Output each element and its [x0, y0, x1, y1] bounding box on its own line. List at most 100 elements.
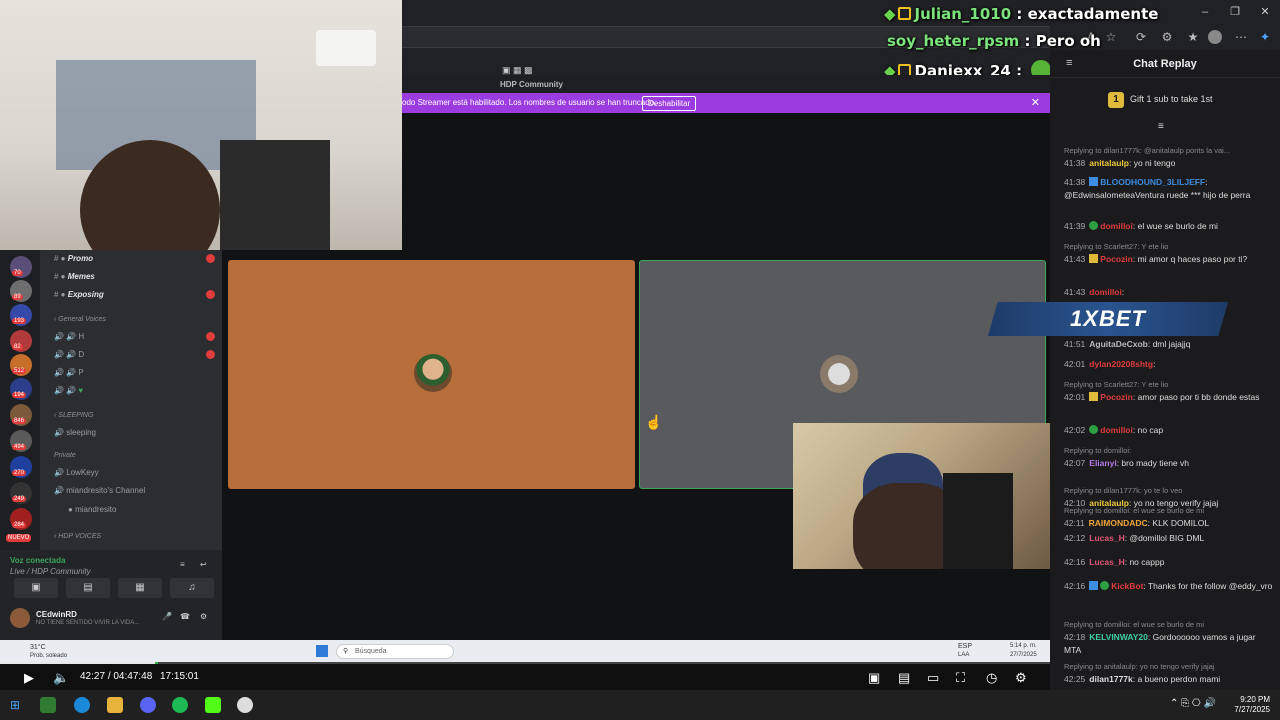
message-user[interactable]: anitalaulp [1089, 158, 1129, 168]
message-user[interactable]: dilan1777k [1089, 674, 1132, 684]
message-user[interactable]: AguitaDeCxob [1089, 339, 1148, 349]
discord-icon[interactable] [140, 697, 156, 713]
channel-promo[interactable]: # ● Promo [54, 254, 93, 263]
voice-channel[interactable]: 🔊 🔊 ♥ [54, 386, 83, 395]
clip-icon[interactable]: ▤ [898, 670, 910, 686]
voice-channel[interactable]: 🔊 🔊 D [54, 350, 84, 359]
server-icon[interactable]: 494 [10, 430, 32, 452]
message-user[interactable]: dylan20208shtg [1089, 359, 1153, 369]
message-user[interactable]: RAIMONDADC [1089, 518, 1148, 528]
voice-channel[interactable]: 🔊 🔊 P [54, 368, 84, 377]
category-general-voices[interactable]: ‹ General Voices [54, 316, 106, 323]
profile-avatar[interactable] [1208, 30, 1222, 44]
server-icon[interactable]: 249 [10, 482, 32, 504]
restore-icon[interactable]: ❐ [1220, 4, 1250, 20]
search-box[interactable]: ⚲ Búsqueda [336, 644, 454, 659]
server-icon[interactable]: 82 [10, 330, 32, 352]
popout-controls[interactable]: ▣ ▦ ▩ [502, 65, 533, 76]
weather-desc: Prob. soleado [30, 653, 68, 659]
soundboard-button[interactable]: ♫ [170, 578, 214, 598]
category-private[interactable]: Private [54, 452, 76, 459]
private-channel[interactable]: 🔊 LowKeyy [54, 468, 99, 477]
message-text: bro mady tiene vh [1121, 458, 1189, 468]
theater-icon[interactable]: ▭ [927, 670, 939, 686]
overlay-text: Pero oh [1035, 32, 1101, 50]
copilot-icon[interactable]: ✦ [1256, 28, 1274, 46]
folder-icon[interactable] [107, 697, 123, 713]
voice-member[interactable]: ● miandresito [68, 505, 116, 514]
server-icon[interactable]: 512 [10, 354, 32, 376]
system-clock[interactable]: 9:20 PM 7/27/2025 [1234, 695, 1270, 715]
more-menu-icon[interactable]: ⋯ [1232, 28, 1250, 46]
refresh-icon[interactable]: ⟳ [1132, 28, 1150, 46]
disable-button[interactable]: Deshabilitar [642, 96, 697, 111]
volume-icon[interactable]: 🔈 [53, 670, 69, 686]
message-user[interactable]: domilloi [1089, 287, 1122, 297]
server-icon[interactable]: 194 [10, 378, 32, 400]
mic-icon[interactable]: 🎤 [162, 612, 172, 621]
settings-icon[interactable]: ⚙ [1015, 670, 1027, 686]
tray-icons[interactable]: ⌃ ⎘ ⎔ 🔊 [1170, 698, 1216, 709]
message-text: @domillol BIG DML [1129, 533, 1205, 543]
close-icon[interactable]: ✕ [1250, 4, 1280, 20]
server-icon[interactable]: 846 [10, 404, 32, 426]
headset-icon[interactable]: ☎ [180, 612, 190, 621]
category-hdp-voices[interactable]: ‹ HDP VOICES [54, 533, 101, 540]
gift-banner[interactable]: 1 Gift 1 sub to take 1st [1108, 92, 1213, 108]
server-icon[interactable]: 89 [10, 280, 32, 302]
server-icon[interactable]: 70 [10, 256, 32, 278]
voice-channel[interactable]: 🔊 🔊 H [54, 332, 84, 341]
message-user[interactable]: Elianyi [1089, 458, 1116, 468]
time-display: 42:27 / 04:47:48 [80, 671, 153, 682]
miniplayer-icon[interactable]: ▣ [868, 670, 880, 686]
server-icon[interactable]: 193 [10, 304, 32, 326]
voice-tile[interactable] [228, 260, 635, 489]
screenshare-button[interactable]: ▤ [66, 578, 110, 598]
message-user[interactable]: BLOODHOUND_3LILJEFF [1100, 177, 1205, 187]
overlay-chat-line-2: soy_heter_rpsm : Pero oh [887, 32, 1101, 50]
user-avatar[interactable] [10, 608, 30, 628]
server-icon[interactable]: 270 [10, 456, 32, 478]
edge-icon[interactable] [74, 697, 90, 713]
activities-button[interactable]: ▦ [118, 578, 162, 598]
message-user[interactable]: Pocozin [1100, 254, 1133, 264]
message-user[interactable]: domilloi [1100, 221, 1133, 231]
overlay-chat-line-1: ◆ Julian_1010 : exactadamente [884, 5, 1159, 23]
message-user[interactable]: Pocozin [1100, 392, 1133, 402]
chevron-down-icon[interactable]: ≡ [1158, 121, 1164, 132]
windows-start-icon[interactable]: ⊞ [10, 698, 20, 712]
fullscreen-icon[interactable]: ⛶ [956, 670, 965, 686]
chat-message: 42:02 domilloi: no cap [1064, 425, 1164, 435]
play-icon[interactable]: ▶ [24, 670, 34, 686]
speed-icon[interactable]: ◷ [986, 670, 997, 686]
category-sleeping[interactable]: ‹ SLEEPING [54, 412, 93, 419]
app-icon[interactable] [237, 697, 253, 713]
private-channel[interactable]: 🔊 miandresito's Channel [54, 486, 145, 495]
extensions-icon[interactable]: ⚙ [1158, 28, 1176, 46]
settings-icon[interactable]: ⚙ [200, 612, 207, 621]
message-user[interactable]: Lucas_H [1089, 533, 1124, 543]
kick-icon[interactable] [205, 697, 221, 713]
server-icon[interactable]: 284 [10, 508, 32, 530]
favorites-icon[interactable]: ★ [1184, 28, 1202, 46]
language-sub: LAA [958, 652, 970, 658]
star-icon[interactable]: ☆ [1102, 28, 1120, 46]
message-user[interactable]: domilloi [1100, 425, 1133, 435]
close-icon[interactable]: ✕ [1031, 96, 1040, 109]
gaming-chair [943, 473, 1013, 569]
mention-badge [206, 332, 215, 341]
sleeping-channel[interactable]: 🔊 sleeping [54, 428, 96, 437]
voice-connection-panel: Voz conectada Live / HDP Community ≡ ↩ ▣… [0, 550, 222, 640]
message-user[interactable]: KickBot [1111, 581, 1143, 591]
channel-exposing[interactable]: # ● Exposing [54, 290, 104, 299]
disconnect-icon[interactable]: ↩ [200, 560, 207, 569]
channel-memes[interactable]: # ● Memes [54, 272, 95, 281]
app-icon[interactable] [40, 697, 56, 713]
camera-button[interactable]: ▣ [14, 578, 58, 598]
chat-message: Replying to Scarlett27: Y ete lio 41:43 Po… [1064, 240, 1274, 266]
minimize-icon[interactable]: – [1190, 4, 1220, 20]
message-user[interactable]: KELVINWAY20 [1089, 632, 1148, 642]
spotify-icon[interactable] [172, 697, 188, 713]
start-icon[interactable] [316, 645, 328, 657]
message-user[interactable]: Lucas_H [1089, 557, 1124, 567]
